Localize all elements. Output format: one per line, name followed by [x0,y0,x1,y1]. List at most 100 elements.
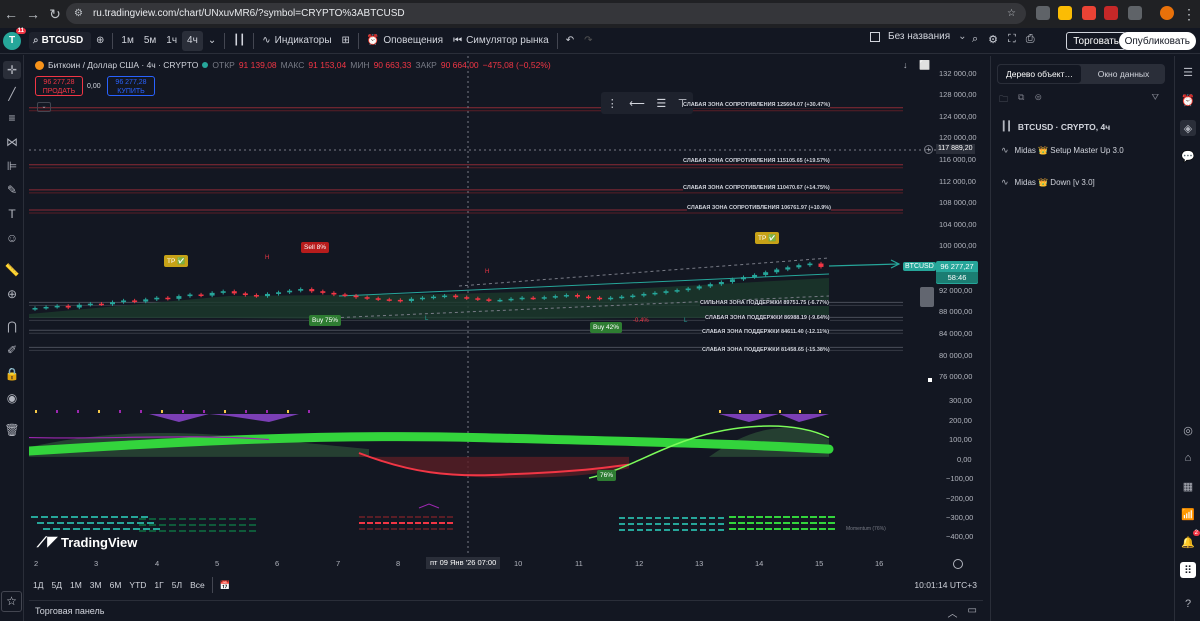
notifications-icon[interactable]: 🔔 2 [1180,530,1200,550]
browser-menu-icon[interactable]: ⋮ [1178,3,1200,25]
watchlist-icon[interactable]: ☰ [1180,64,1196,80]
object-tree-icon[interactable]: ◈ [1180,120,1196,136]
lock-icon[interactable]: 🔒 [3,365,21,383]
symbol-search[interactable]: ⌕ BTCUSD [29,31,91,50]
calendar-icon[interactable]: ▦ [1180,478,1196,494]
extension-icon[interactable] [1104,6,1118,20]
add-alert-icon[interactable]: + [924,145,933,154]
stay-drawing-icon[interactable]: ✐ [3,341,21,359]
tree-item-indicator[interactable]: ∿ Midas 👑 Down [v 3.0] [1001,177,1095,188]
fullscreen-icon[interactable]: ⛶ [1008,33,1016,46]
range-5d[interactable]: 5Д [47,580,65,590]
projection-icon[interactable]: ⊫ [3,157,21,175]
user-avatar[interactable]: T 11 [3,27,26,50]
interval-1h[interactable]: 1ч [161,31,182,51]
pattern-icon[interactable]: ⋈ [3,133,21,151]
chat-icon[interactable]: 💬 [1180,148,1196,164]
extension-icon[interactable] [1082,6,1096,20]
fib-icon[interactable]: ≡ [3,109,21,127]
favorite-star-icon[interactable]: ☆ [1,591,22,612]
back-icon[interactable]: ← [0,3,22,25]
interval-1m[interactable]: 1м [116,31,138,51]
layout-selector[interactable]: Без названия ⌄ [870,31,967,42]
layers-icon[interactable]: ⊜ [1034,92,1042,104]
clock[interactable]: 10:01:14 UTC+3 [914,580,977,590]
collapse-legend-button[interactable]: ⌄ [37,102,51,112]
text-icon[interactable]: T [3,205,21,223]
settings-icon[interactable]: ⚙ [988,33,998,46]
crosshair-icon[interactable]: ✛ [3,61,21,79]
copy-icon[interactable]: ⧉ [1018,92,1024,104]
range-6m[interactable]: 6М [106,580,126,590]
profile-avatar[interactable] [1160,6,1174,20]
apps-grid-icon[interactable]: ⠿ [1180,562,1196,578]
trend-line-icon[interactable]: ╱ [3,85,21,103]
templates-icon[interactable]: ⊞ [337,31,355,51]
alerts-button[interactable]: ⏰ Оповещения [362,31,448,51]
help-icon[interactable]: ? [1180,596,1196,612]
range-1y[interactable]: 1Г [150,580,167,590]
chart-type-icon[interactable]: ┃┃ [228,31,250,51]
emoji-icon[interactable]: ☺ [3,229,21,247]
brush-icon[interactable]: ✎ [3,181,21,199]
candle-body [309,289,315,292]
forward-icon[interactable]: → [22,3,44,25]
extension-icon[interactable] [1058,6,1072,20]
horizontal-line-icon[interactable]: ⟵ [629,97,645,110]
price-scale[interactable]: 132 000,00 128 000,00 124 000,00 120 000… [903,56,983,572]
simulator-button[interactable]: ⏮ Симулятор рынка [448,31,554,51]
indicators-button[interactable]: ∿ Индикаторы [257,31,336,51]
chart-canvas[interactable] [29,56,983,572]
site-settings-icon[interactable]: ⚙ [74,8,83,19]
folder-icon[interactable]: 🗀 [999,92,1008,104]
buy-signal: Buy 75% [309,315,342,326]
go-to-date-icon[interactable]: 📅 [216,580,235,591]
filter-icon[interactable]: ⛛ [1151,92,1159,103]
trading-panel-bar[interactable]: Торговая панель ︿ ▭ [29,600,983,621]
range-1m[interactable]: 1М [66,580,86,590]
zoom-in-icon[interactable]: ⊕ [3,285,21,303]
bookmark-star-icon[interactable]: ☆ [1007,8,1016,19]
chevron-up-icon[interactable]: ︿ [948,605,958,620]
publish-button[interactable]: Опубликовать [1118,32,1196,50]
sell-button[interactable]: 96 277,28 ПРОДАТЬ [35,76,83,96]
range-1d[interactable]: 1Д [29,580,47,590]
target-icon[interactable]: ◎ [1180,422,1196,438]
camera-icon[interactable]: ⎙ [1026,33,1035,46]
tab-data-window[interactable]: Окно данных [1082,64,1165,84]
magnet-icon[interactable]: ⋂ [3,317,21,335]
drag-handle-icon[interactable]: ⋮ [607,97,618,110]
tree-item-indicator[interactable]: ∿ Midas 👑 Setup Master Up 3.0 [1001,145,1124,156]
chart-pane[interactable]: Биткоин / Доллар США · 4ч · CRYPTO ОТКР 9… [29,56,983,572]
quick-search-icon[interactable]: ⌕ [972,33,978,46]
buy-button[interactable]: 96 277,28 КУПИТЬ [107,76,155,96]
tab-object-tree[interactable]: Дерево объект… [997,64,1082,84]
compare-button[interactable]: ⊕ [91,31,109,51]
streams-icon[interactable]: 📶 [1180,506,1196,522]
tree-item-symbol[interactable]: ┃┃ BTCUSD · CRYPTO, 4ч [1001,121,1110,132]
candle-body [519,297,525,300]
trash-icon[interactable]: 🗑 [3,421,21,439]
date-range-bar: 1Д 5Д 1М 3М 6М YTD 1Г 5Л Все 📅 10:01:14 … [29,575,983,595]
interval-dropdown-icon[interactable]: ⌄ [203,31,221,51]
redo-icon[interactable]: ↷ [579,31,597,51]
extension-icon[interactable] [1036,6,1050,20]
alerts-clock-icon[interactable]: ⏰ [1180,92,1196,108]
ideas-icon[interactable]: ⌂ [1180,450,1196,466]
lines-icon[interactable]: ☰ [656,97,666,110]
trade-button[interactable]: Торговать [1066,32,1126,50]
maximize-panel-icon[interactable]: ▭ [968,605,977,620]
address-bar[interactable]: ⚙ ru.tradingview.com/chart/UNxuvMR6/?sym… [66,3,1026,24]
ruler-icon[interactable]: 📏 [3,261,21,279]
interval-4h[interactable]: 4ч [182,30,203,51]
range-3m[interactable]: 3М [86,580,106,590]
time-scale[interactable]: 2 3 4 5 6 7 8 10 11 12 13 14 15 16 [29,557,983,571]
interval-5m[interactable]: 5м [139,31,161,51]
undo-icon[interactable]: ↶ [561,31,579,51]
extensions-puzzle-icon[interactable] [1128,6,1142,20]
range-5y[interactable]: 5Л [168,580,186,590]
reload-icon[interactable]: ↻ [44,3,66,25]
range-ytd[interactable]: YTD [125,580,150,590]
range-all[interactable]: Все [186,580,209,590]
eye-icon[interactable]: ◉ [3,389,21,407]
